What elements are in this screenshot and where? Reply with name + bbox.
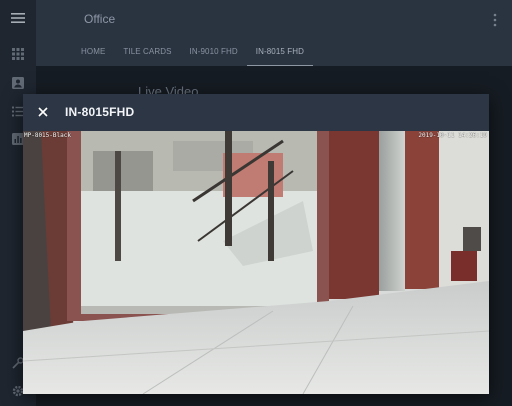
video-timestamp: 2019-10-11 14:26:19 (418, 132, 487, 139)
camera-image (23, 131, 489, 394)
dialog-title: IN-8015FHD (65, 105, 135, 119)
tab-tile-cards[interactable]: TILE CARDS (114, 38, 180, 66)
tab-in-9010-fhd[interactable]: IN-9010 FHD (181, 38, 247, 66)
tab-home[interactable]: HOME (72, 38, 114, 66)
dialog-header: IN-8015FHD (23, 94, 489, 131)
tab-in-8015-fhd[interactable]: IN-8015 FHD (246, 38, 314, 66)
close-button[interactable] (33, 103, 53, 123)
app-header: Office HOME TILE CARDS IN-9010 FHD IN-80… (36, 0, 512, 66)
more-vert-icon[interactable] (492, 12, 498, 28)
camera-label: MP-8015-Black (24, 132, 71, 139)
menu-icon[interactable] (9, 9, 27, 27)
tab-bar: HOME TILE CARDS IN-9010 FHD IN-8015 FHD (72, 38, 314, 66)
camera-dialog: IN-8015FHD MP-8015-Black 2019-10-11 14:2… (23, 94, 489, 394)
account-box-icon[interactable] (9, 74, 27, 92)
app-title: Office (84, 12, 116, 26)
apps-icon[interactable] (9, 45, 27, 63)
live-video-stream[interactable]: MP-8015-Black 2019-10-11 14:26:19 (23, 131, 489, 394)
close-icon (38, 104, 48, 122)
